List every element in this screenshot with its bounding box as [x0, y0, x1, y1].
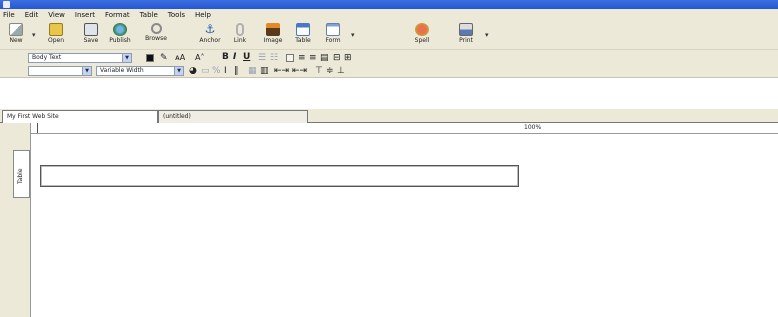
- numbered-list-icon[interactable]: ☷: [270, 53, 278, 63]
- align-left-icon[interactable]: [286, 54, 294, 62]
- spell-check-icon: [415, 23, 429, 36]
- ruler-label: 100%: [524, 124, 542, 131]
- table-delete-icon[interactable]: ▥: [260, 66, 269, 76]
- tab-label: My First Web Site: [7, 113, 59, 120]
- tab-untitled[interactable]: (untitled): [158, 110, 308, 123]
- merge-cells-icon[interactable]: ⇤⇥: [274, 66, 289, 76]
- valign-bottom-icon[interactable]: ⊥: [337, 66, 345, 76]
- paint-icon[interactable]: ◕: [189, 66, 197, 76]
- app-icon: [3, 1, 10, 8]
- align-justify-icon[interactable]: ▤: [320, 53, 329, 63]
- menu-file[interactable]: File: [3, 11, 15, 19]
- indent-icon[interactable]: ⊞: [344, 53, 352, 63]
- side-tab-label: Table: [17, 168, 24, 184]
- document-tabs: My First Web Site (untitled): [0, 109, 778, 123]
- image-button[interactable]: Image: [259, 23, 287, 49]
- menu-insert[interactable]: Insert: [75, 11, 95, 19]
- table-icon: [296, 23, 310, 36]
- anchor-button[interactable]: ⚓ Anchor: [196, 23, 224, 49]
- table-insert-icon[interactable]: ▦: [248, 66, 257, 76]
- menu-table[interactable]: Table: [140, 11, 158, 19]
- chevron-down-icon: ▼: [122, 54, 131, 62]
- menu-format[interactable]: Format: [105, 11, 130, 19]
- bold-button[interactable]: B: [222, 52, 229, 62]
- align-center-icon[interactable]: ≡: [298, 53, 306, 63]
- valign-top-icon[interactable]: ⊤: [315, 66, 323, 76]
- outdent-icon[interactable]: ⊟: [333, 53, 341, 63]
- align-right-icon[interactable]: ≡: [309, 53, 317, 63]
- tab-my-first-web-site[interactable]: My First Web Site: [2, 110, 158, 123]
- editor-canvas[interactable]: [32, 135, 778, 317]
- image-icon: [266, 23, 280, 36]
- print-button[interactable]: Print: [452, 23, 480, 49]
- composition-toolbar: New ▾ Open Save Publish Browse ⚓ Anchor …: [0, 21, 778, 50]
- magnifier-browse-icon: [150, 23, 162, 34]
- menu-bar: File Edit View Insert Format Table Tools…: [0, 9, 778, 21]
- menu-view[interactable]: View: [48, 11, 65, 19]
- italic-button[interactable]: I: [233, 52, 236, 62]
- page-table[interactable]: [40, 165, 519, 187]
- browse-button[interactable]: Browse: [142, 23, 170, 49]
- column-icon[interactable]: ‖: [234, 66, 239, 76]
- menu-edit[interactable]: Edit: [25, 11, 39, 19]
- side-tab-table[interactable]: Table: [13, 150, 30, 198]
- save-disk-icon: [84, 23, 98, 36]
- menu-tools[interactable]: Tools: [168, 11, 185, 19]
- globe-publish-icon: [113, 23, 127, 36]
- spell-button[interactable]: Spell: [408, 23, 436, 49]
- table-button[interactable]: Table: [289, 23, 317, 49]
- chevron-down-icon: ▼: [174, 67, 183, 75]
- tab-label: (untitled): [163, 113, 191, 120]
- paragraph-style-select[interactable]: Body Text ▼: [28, 53, 132, 63]
- menu-help[interactable]: Help: [195, 11, 211, 19]
- publish-button[interactable]: Publish: [106, 23, 134, 49]
- form-icon: [326, 23, 340, 36]
- split-cells-icon[interactable]: ⇤⇥: [292, 66, 307, 76]
- text-cursor-icon[interactable]: I: [224, 66, 227, 76]
- link-button[interactable]: Link: [226, 23, 254, 49]
- text-size-select[interactable]: ▼: [28, 66, 92, 76]
- anchor-icon: ⚓: [204, 22, 216, 36]
- open-folder-icon: [49, 23, 63, 36]
- ruler-start-marker[interactable]: [37, 123, 38, 133]
- print-dropdown-arrow[interactable]: ▾: [485, 31, 489, 39]
- open-button[interactable]: Open: [42, 23, 70, 49]
- font-select[interactable]: Variable Width ▼: [96, 66, 184, 76]
- form-dropdown-arrow[interactable]: ▾: [351, 31, 355, 39]
- ruler: 100%: [31, 123, 778, 134]
- new-dropdown-arrow[interactable]: ▾: [32, 31, 36, 39]
- bullet-list-icon[interactable]: ☰: [258, 53, 266, 63]
- text-color-icon[interactable]: [146, 54, 154, 62]
- title-bar: [0, 0, 778, 9]
- percent-icon[interactable]: %: [212, 66, 221, 76]
- valign-middle-icon[interactable]: ≑: [326, 66, 334, 76]
- underline-button[interactable]: U: [243, 52, 250, 62]
- printer-icon: [459, 23, 473, 36]
- chevron-down-icon: ▼: [82, 67, 91, 75]
- save-button[interactable]: Save: [77, 23, 105, 49]
- form-button[interactable]: Form: [319, 23, 347, 49]
- font-smaller-icon[interactable]: ▭: [201, 66, 210, 76]
- link-icon: [236, 23, 244, 36]
- left-gutter: Table: [0, 123, 31, 317]
- new-page-icon: [9, 23, 23, 36]
- new-button[interactable]: New: [2, 23, 30, 49]
- format-toolbar: Body Text ▼ ✎ ᴀA A˄ B I U ☰ ☷ ≡ ≡ ▤ ⊟ ⊞ …: [0, 50, 778, 78]
- highlight-icon[interactable]: ✎: [160, 53, 168, 63]
- larger-font-icon[interactable]: A˄: [195, 53, 204, 63]
- smaller-font-icon[interactable]: ᴀA: [175, 53, 185, 63]
